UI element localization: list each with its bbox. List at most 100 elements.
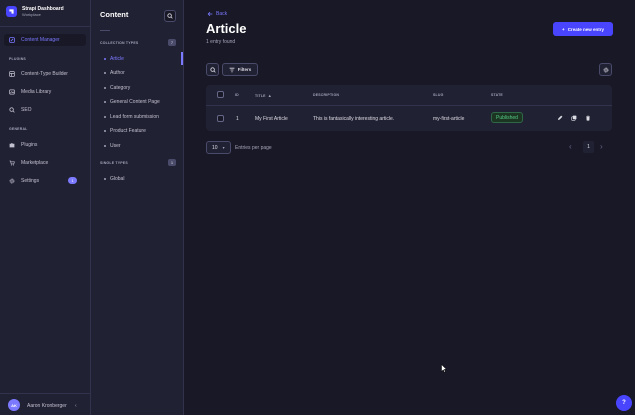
strapi-logo-icon: [6, 6, 17, 17]
nav-marketplace[interactable]: Marketplace: [4, 157, 86, 169]
page-title: Article: [206, 21, 247, 36]
single-types-label: SINGLE TYPES: [100, 161, 128, 165]
column-header-id[interactable]: ID: [235, 93, 239, 97]
nav-settings[interactable]: Settings 1: [4, 175, 86, 187]
cell-slug[interactable]: my-first-article: [433, 116, 464, 122]
general-section-label: GENERAL: [9, 127, 28, 131]
plugins-section-label: PLUGINS: [9, 57, 26, 61]
plus-icon: +: [562, 26, 565, 32]
single-item-global[interactable]: Global: [104, 176, 124, 182]
per-page-value: 10: [212, 144, 218, 151]
row-checkbox[interactable]: [217, 115, 224, 122]
collapse-sidebar-button[interactable]: ‹: [75, 403, 81, 409]
pencil-icon: [557, 115, 562, 120]
entry-count: 1 entry found: [206, 39, 236, 45]
divider: [0, 26, 91, 27]
nav-plugins[interactable]: Plugins: [4, 139, 86, 151]
cart-icon: [9, 160, 15, 166]
content-nav: Content COLLECTION TYPES 7 Article Autho…: [91, 0, 184, 415]
chevron-left-icon: ‹: [75, 403, 77, 409]
duplicate-entry-button[interactable]: [570, 114, 577, 121]
bullet-icon: [104, 87, 106, 89]
nav-media-library[interactable]: Media Library: [4, 86, 86, 98]
arrow-left-icon: [207, 11, 213, 17]
chevron-left-icon: ‹: [569, 142, 572, 151]
nav-media-library-label: Media Library: [21, 89, 52, 95]
collection-item-lead-form-submission[interactable]: Lead form submission: [104, 114, 159, 120]
cell-id[interactable]: 1: [236, 116, 239, 122]
nav-plugins-label: Plugins: [21, 142, 38, 148]
nav-content-type-builder-label: Content-Type Builder: [21, 71, 68, 77]
feather-icon: [9, 37, 15, 43]
main-content: Back Article 1 entry found + Create new …: [184, 0, 635, 415]
bullet-icon: [104, 58, 106, 60]
entries-per-page-select[interactable]: 10 ▾: [206, 141, 231, 154]
cell-title[interactable]: My First Article: [255, 116, 288, 122]
current-page-button[interactable]: 1: [583, 141, 594, 153]
column-header-slug[interactable]: SLUG: [433, 93, 444, 97]
settings-badge: 1: [68, 177, 77, 184]
content-nav-title: Content: [100, 10, 129, 19]
nav-content-manager[interactable]: Content Manager: [4, 34, 86, 46]
layout-icon: [9, 71, 15, 77]
column-header-title[interactable]: TITLE ▲: [255, 93, 272, 98]
nav-seo[interactable]: SEO: [4, 104, 86, 116]
nav-seo-label: SEO: [21, 107, 32, 113]
status-badge: Published: [491, 112, 523, 123]
divider: [206, 105, 612, 106]
next-page-button[interactable]: ›: [600, 142, 603, 151]
user-area: AK Aaron Kronberger ‹: [0, 393, 91, 415]
select-all-checkbox[interactable]: [217, 91, 224, 98]
gear-icon: [603, 67, 608, 72]
app-sidebar: Strapi Dashboard Workplace Content Manag…: [0, 0, 91, 415]
create-new-entry-button[interactable]: + Create new entry: [553, 22, 613, 36]
table-search-button[interactable]: [206, 63, 219, 76]
previous-page-button[interactable]: ‹: [569, 142, 572, 151]
nav-content-type-builder[interactable]: Content-Type Builder: [4, 68, 86, 80]
bullet-icon: [104, 101, 106, 103]
user-name[interactable]: Aaron Kronberger: [27, 403, 67, 409]
chevron-down-icon: ▾: [222, 145, 225, 150]
mouse-cursor-icon: [441, 364, 447, 373]
bullet-icon: [104, 145, 106, 147]
search-icon: [209, 66, 216, 73]
search-icon: [9, 107, 15, 113]
column-header-description[interactable]: DESCRIPTION: [313, 93, 339, 97]
help-button[interactable]: ?: [616, 395, 632, 411]
bullet-icon: [104, 116, 106, 118]
search-icon: [167, 13, 173, 19]
trash-icon: [585, 115, 590, 121]
puzzle-icon: [9, 142, 15, 148]
brand: Strapi Dashboard Workplace: [6, 6, 64, 17]
delete-entry-button[interactable]: [584, 114, 591, 121]
collection-item-article[interactable]: Article: [104, 56, 124, 62]
table-settings-button[interactable]: [599, 63, 612, 76]
filters-button[interactable]: Filters: [222, 63, 258, 76]
column-header-state[interactable]: STATE: [491, 93, 503, 97]
collection-types-label: COLLECTION TYPES: [100, 41, 139, 45]
cell-description[interactable]: This is fantasically interesting article…: [313, 116, 394, 122]
bullet-icon: [104, 178, 106, 180]
bullet-icon: [104, 130, 106, 132]
avatar[interactable]: AK: [8, 399, 20, 411]
edit-entry-button[interactable]: [556, 114, 563, 121]
brand-subtitle: Workplace: [22, 12, 41, 17]
nav-content-manager-label: Content Manager: [21, 37, 60, 43]
collection-item-user[interactable]: User: [104, 143, 121, 149]
back-link[interactable]: Back: [207, 11, 227, 17]
gear-icon: [9, 178, 15, 184]
create-new-entry-label: Create new entry: [567, 26, 604, 32]
collection-types-count: 7: [168, 39, 176, 46]
collection-item-product-feature[interactable]: Product Feature: [104, 128, 146, 134]
active-indicator: [181, 52, 183, 65]
filters-label: Filters: [237, 67, 252, 72]
back-link-label: Back: [216, 11, 228, 17]
content-search-button[interactable]: [164, 10, 176, 22]
collection-item-category[interactable]: Category: [104, 85, 130, 91]
sort-asc-icon: ▲: [267, 93, 272, 98]
collection-item-author[interactable]: Author: [104, 70, 125, 76]
single-types-count: 1: [168, 159, 176, 166]
duplicate-icon: [570, 115, 576, 121]
collection-item-general-content-page[interactable]: General Content Page: [104, 99, 160, 105]
bullet-icon: [104, 72, 106, 74]
